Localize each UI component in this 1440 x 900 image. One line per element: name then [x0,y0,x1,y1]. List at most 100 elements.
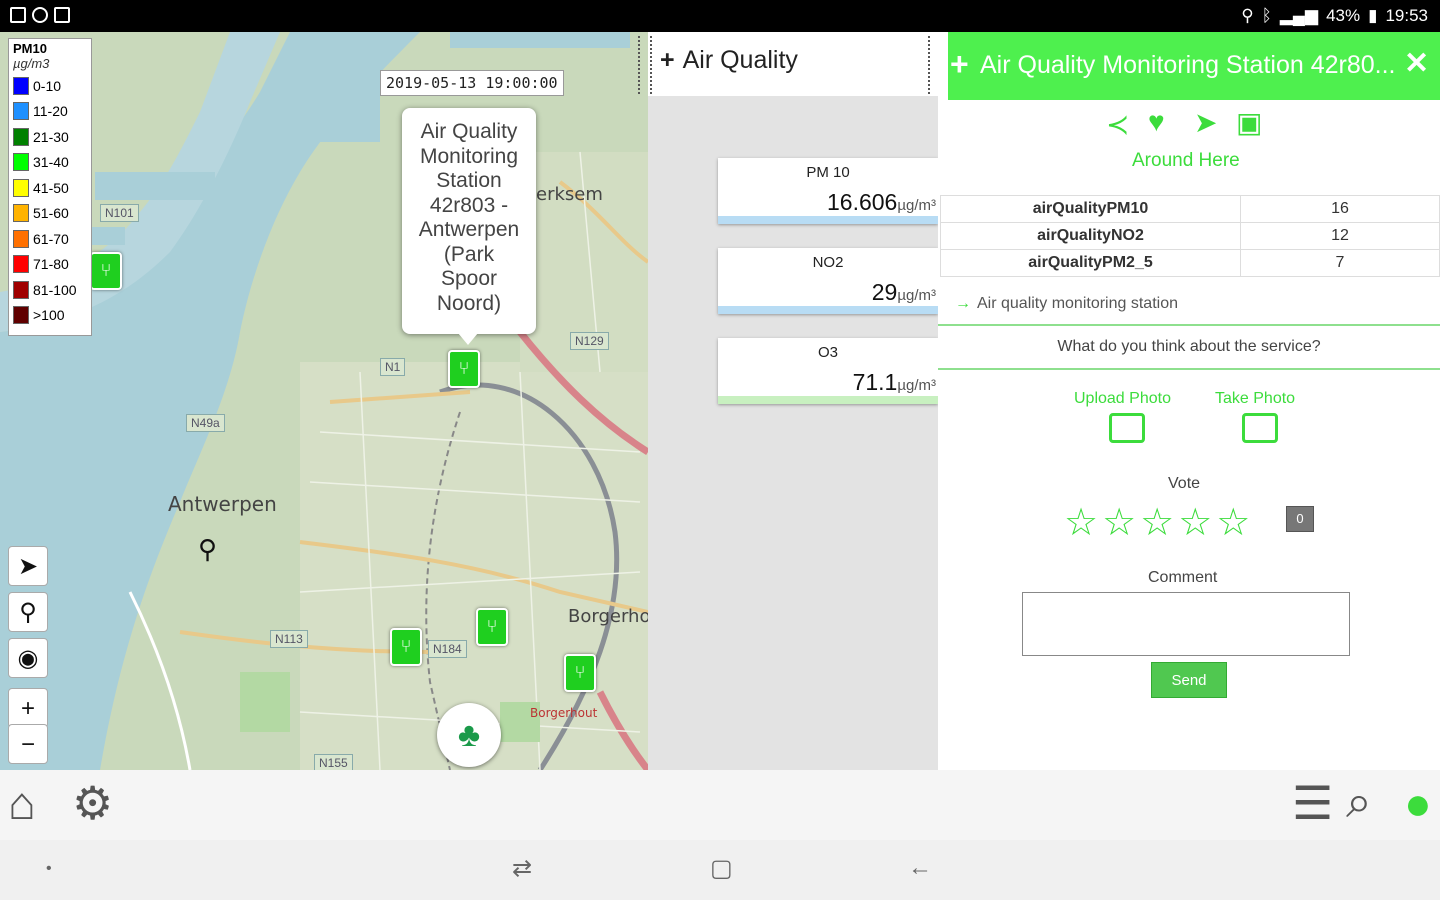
bus-icon[interactable]: ▣ [1236,106,1262,139]
table-value: 7 [1240,249,1440,277]
measurement-card[interactable]: O3 71.1µg/m³ [718,338,938,404]
vote-count-badge: 0 [1286,506,1314,532]
popup-line: (Park [443,242,495,266]
measurement-level-bar [718,396,938,404]
navigate-button[interactable]: ➤ [8,546,48,586]
back-icon[interactable]: ← [908,854,932,882]
zoom-in-button[interactable]: + [8,688,48,728]
legend-label: 41-50 [33,179,69,196]
pin-button[interactable]: ⚲ [8,592,48,632]
popup-line: Noord) [436,291,502,315]
heart-icon[interactable]: ♥ [1148,106,1165,138]
user-profile-icon[interactable]: ● [1404,776,1432,830]
legend-label: 81-100 [33,281,77,298]
globe-icon [32,7,48,23]
table-row: airQualityPM2_5 7 [940,249,1440,277]
zoom-out-button[interactable]: − [8,724,48,764]
popup-line: Antwerpen [418,218,520,241]
signal-icon: ▂▄▆ [1279,6,1319,25]
station-marker[interactable]: ⑂ [476,608,508,646]
comment-field[interactable] [1022,592,1350,656]
measurement-value: 71.1 [852,369,898,395]
road-label-n113: N113 [270,630,308,648]
place-label-merksem: erksem [536,184,603,205]
search-icon[interactable]: ⌕ [1346,774,1372,830]
around-here-link[interactable]: Around Here [1132,150,1240,172]
settings-icon[interactable]: ⚙ [72,776,113,830]
tree-layer-button[interactable]: ♣ [437,703,501,767]
measurement-unit: µg/m³ [897,287,936,304]
divider [938,368,1440,370]
home-icon[interactable]: ⌂ [8,776,36,830]
clock: 19:53 [1385,6,1428,25]
home-button-icon[interactable]: ▢ [710,854,733,883]
camera-icon[interactable] [1242,413,1278,443]
station-detail-panel [938,32,1440,770]
dot-icon: • [46,860,52,877]
measurement-value-row: 71.1µg/m³ [718,369,938,396]
take-photo-link[interactable]: Take Photo [1215,390,1295,408]
legend-swatch [13,280,29,299]
notification-icons [10,7,70,23]
directions-icon[interactable]: ➤ [1194,106,1217,139]
star-rating[interactable]: ☆☆☆☆☆ [1064,500,1254,545]
station-marker[interactable]: ⑂ [564,654,596,692]
legend-label: 71-80 [33,256,69,273]
station-data-table: airQualityPM10 16 airQualityNO2 12 airQualit… [940,195,1440,277]
menu-icon[interactable]: ☰ [1292,776,1333,830]
measurement-card[interactable]: PM 10 16.606µg/m³ [718,158,938,224]
measurement-label: PM 10 [806,164,850,181]
measurement-card[interactable]: NO2 29µg/m³ [718,248,938,314]
station-popup[interactable]: Air Quality Monitoring Station 42r803 - Antw… [402,108,536,334]
station-title: Air Quality Monitoring Station 42r80... [980,51,1396,79]
battery-icon: ▮ [1368,6,1378,25]
send-button[interactable]: Send [1151,662,1227,698]
legend-item: 81-100 [13,277,87,303]
measurement-level-bar [718,216,938,224]
navigation-arrow-icon: ➤ [17,553,39,580]
road-label-n49a: N49a [186,414,225,432]
legend-title: PM10 [13,41,47,56]
popup-line: 42r803 - [429,193,509,217]
legend-label: 11-20 [33,103,68,120]
station-marker-selected[interactable]: ⑂ [448,350,480,388]
arrow-right-icon: → [955,295,971,312]
user-location-pin-icon[interactable]: ⚲ [198,534,217,565]
location-icon: ⚲ [1241,6,1254,25]
measurement-value: 16.606 [826,189,898,215]
popup-line: Air Quality [420,120,518,143]
map-pin-icon: ⚲ [19,599,37,626]
station-marker[interactable]: ⑂ [90,252,122,290]
close-icon[interactable]: ✕ [1404,46,1429,81]
legend-label: 21-30 [33,128,69,145]
road-label-n184: N184 [428,640,467,658]
legend-item: 51-60 [13,201,87,227]
legend-label: 31-40 [33,154,69,171]
service-type-link[interactable]: → Air quality monitoring station [955,295,1178,313]
upload-photo-link[interactable]: Upload Photo [1074,390,1171,408]
tree-icon: ♣ [457,716,481,754]
image-upload-icon[interactable] [1109,413,1145,443]
popup-line: Spoor [440,267,498,290]
map-view[interactable]: Antwerpen erksem Borgerho Borgerhout N10… [0,32,648,770]
legend-unit: µg/m3 [13,56,50,71]
table-row: airQualityPM10 16 [940,195,1440,223]
place-label-antwerpen: Antwerpen [168,492,277,516]
pm10-legend: PM10 µg/m3 0-10 11-20 21-30 31-40 41-50 51-60… [8,38,92,336]
legend-label: >100 [33,307,65,324]
legend-label: 0-10 [33,77,62,94]
station-popup-text: Air Quality Monitoring Station 42r803 - Antw… [402,120,536,316]
locate-me-button[interactable]: ◉ [8,638,48,678]
legend-items: 0-10 11-20 21-30 31-40 41-50 51-60 61-70 71-80 8… [13,73,87,328]
station-marker[interactable]: ⑂ [390,628,422,666]
legend-item: 21-30 [13,124,87,150]
measurement-unit: µg/m³ [897,197,936,214]
left-drag-handle[interactable] [638,36,652,94]
table-key: airQualityPM10 [940,195,1241,223]
map-tiles [0,32,648,770]
recent-apps-icon[interactable]: ⇄ [512,854,532,883]
share-icon[interactable]: ≺ [1106,108,1129,141]
legend-item: 41-50 [13,175,87,201]
popup-pointer [458,333,478,345]
plus-icon: + [660,46,675,74]
